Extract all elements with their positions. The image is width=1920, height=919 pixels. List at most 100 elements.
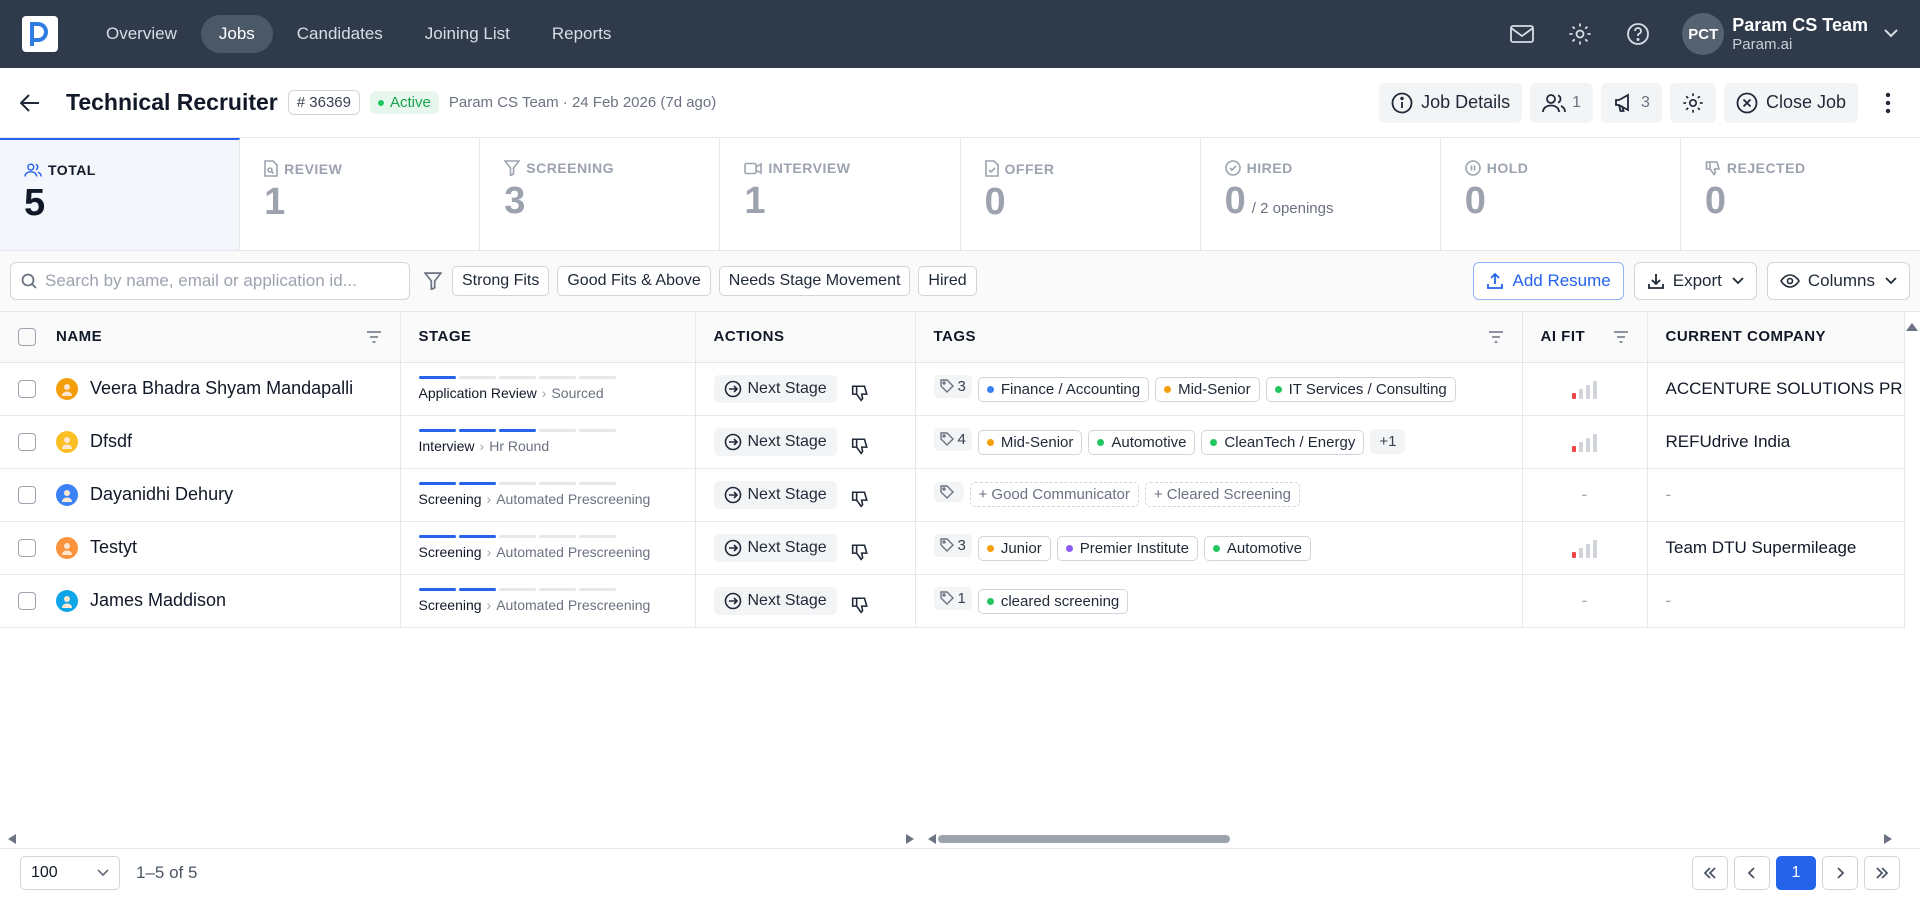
scroll-up-arrow-icon[interactable] [1906, 318, 1918, 336]
tag-chip[interactable]: Automotive [1203, 536, 1311, 562]
col-header-tags[interactable]: TAGS [915, 312, 1523, 363]
stage-card-review[interactable]: REVIEW 1 [240, 138, 481, 250]
next-page-button[interactable] [1822, 855, 1858, 890]
col-header-name[interactable]: NAME [0, 312, 401, 363]
suggested-tag-chip[interactable]: + Good Communicator [969, 482, 1139, 507]
candidate-name-link[interactable]: Dfsdf [90, 431, 132, 452]
columns-button[interactable]: Columns [1766, 262, 1910, 300]
nav-tab-jobs[interactable]: Jobs [200, 15, 273, 53]
more-tags-badge[interactable]: +1 [1370, 429, 1406, 455]
close-job-button[interactable]: Close Job [1723, 82, 1858, 123]
col-header-stage[interactable]: STAGE [400, 312, 696, 363]
more-options-icon[interactable] [1876, 92, 1900, 114]
select-all-checkbox[interactable] [18, 327, 36, 346]
tag-chip[interactable]: CleanTech / Energy [1201, 430, 1365, 456]
table-row[interactable]: Dfsdf Interview › Hr Round Next Stage 4 Mid… [0, 415, 1905, 469]
scroll-right-arrow-icon[interactable] [1884, 834, 1892, 844]
next-stage-button[interactable]: Next Stage [713, 427, 837, 456]
cell-stage[interactable]: Application Review › Sourced [400, 362, 696, 416]
tag-count-badge[interactable]: 3 [933, 374, 972, 398]
candidate-name-link[interactable]: Testyt [90, 537, 137, 558]
row-checkbox[interactable] [18, 538, 36, 557]
tag-chip[interactable]: Mid-Senior [1155, 377, 1260, 403]
col-header-current-company[interactable]: CURRENT COMPANY [1647, 312, 1905, 363]
page-size-select[interactable]: 100 [20, 855, 120, 890]
user-avatar[interactable]: PCT [1682, 13, 1725, 55]
first-page-button[interactable] [1692, 855, 1728, 890]
cell-stage[interactable]: Screening › Automated Prescreening [400, 521, 696, 575]
tag-count-badge[interactable]: 3 [933, 533, 972, 557]
cell-stage[interactable]: Screening › Automated Prescreening [400, 468, 696, 522]
tag-chip[interactable]: Automotive [1088, 430, 1196, 456]
back-arrow-icon[interactable] [20, 91, 44, 115]
settings-gear-icon[interactable] [1566, 20, 1594, 48]
export-button[interactable]: Export [1633, 262, 1757, 300]
search-input[interactable] [45, 271, 385, 291]
next-stage-button[interactable]: Next Stage [713, 480, 837, 509]
row-checkbox[interactable] [18, 591, 36, 610]
add-resume-button[interactable]: Add Resume [1473, 262, 1624, 300]
table-row[interactable]: Veera Bhadra Shyam Mandapalli Applicatio… [0, 362, 1905, 416]
reject-thumbs-down-icon[interactable] [851, 437, 869, 455]
column-filter-icon[interactable] [366, 330, 382, 343]
job-settings-button[interactable] [1669, 82, 1716, 123]
filter-chip-strong-fits[interactable]: Strong Fits [452, 266, 550, 296]
filter-chip-needs-stage-movement[interactable]: Needs Stage Movement [718, 266, 911, 296]
user-menu[interactable]: Param CS Team Param.ai [1732, 15, 1868, 53]
reject-thumbs-down-icon[interactable] [851, 490, 869, 508]
stage-card-hold[interactable]: HOLD 0 [1441, 138, 1681, 250]
team-members-button[interactable]: 1 [1530, 82, 1594, 123]
tag-chip[interactable]: IT Services / Consulting [1265, 377, 1456, 403]
next-stage-button[interactable]: Next Stage [713, 586, 837, 615]
col-header-actions[interactable]: ACTIONS [695, 312, 916, 363]
horizontal-scrollbar[interactable] [0, 830, 1904, 848]
row-checkbox[interactable] [18, 432, 36, 451]
row-checkbox[interactable] [18, 379, 36, 398]
scrollbar-thumb[interactable] [938, 835, 1230, 843]
stage-card-interview[interactable]: INTERVIEW 1 [720, 138, 961, 250]
stage-card-offer[interactable]: OFFER 0 [961, 138, 1201, 250]
prev-page-button[interactable] [1734, 855, 1770, 890]
filter-icon[interactable] [424, 272, 442, 290]
app-logo[interactable] [22, 16, 58, 52]
candidate-name-link[interactable]: Dayanidhi Dehury [90, 484, 233, 505]
tag-count-badge[interactable]: 1 [933, 586, 972, 610]
scroll-left-arrow-icon[interactable] [928, 834, 936, 844]
stage-card-total[interactable]: TOTAL 5 [0, 138, 241, 250]
nav-tab-joining-list[interactable]: Joining List [407, 15, 528, 53]
scroll-left-arrow-icon[interactable] [8, 834, 16, 844]
filter-chip-hired[interactable]: Hired [918, 266, 977, 296]
announcements-button[interactable]: 3 [1601, 82, 1662, 123]
tag-chip[interactable]: Premier Institute [1056, 536, 1198, 562]
cell-stage[interactable]: Screening › Automated Prescreening [400, 574, 696, 628]
stage-card-hired[interactable]: HIRED 0 / 2 openings [1201, 138, 1441, 250]
reject-thumbs-down-icon[interactable] [851, 543, 869, 561]
table-row[interactable]: Testyt Screening › Automated Prescreening … [0, 521, 1905, 575]
tag-count-badge[interactable]: 4 [933, 427, 972, 451]
search-box[interactable] [10, 262, 410, 300]
filter-chip-good-fits[interactable]: Good Fits & Above [557, 266, 711, 296]
stage-card-screening[interactable]: SCREENING 3 [480, 138, 721, 250]
row-checkbox[interactable] [18, 485, 36, 504]
nav-tab-reports[interactable]: Reports [534, 15, 630, 53]
candidate-name-link[interactable]: Veera Bhadra Shyam Mandapalli [90, 378, 353, 399]
chevron-down-icon[interactable] [1884, 25, 1898, 43]
col-header-ai-fit[interactable]: AI FIT [1522, 312, 1648, 363]
column-filter-icon[interactable] [1613, 330, 1629, 343]
tag-add-badge[interactable] [933, 482, 964, 502]
next-stage-button[interactable]: Next Stage [713, 533, 837, 562]
table-row[interactable]: James Maddison Screening › Automated Presc… [0, 574, 1905, 628]
scroll-right-arrow-icon[interactable] [906, 834, 914, 844]
nav-tab-overview[interactable]: Overview [88, 15, 195, 53]
tag-chip[interactable]: Finance / Accounting [977, 377, 1150, 403]
cell-stage[interactable]: Interview › Hr Round [400, 415, 696, 469]
candidate-name-link[interactable]: James Maddison [90, 590, 226, 611]
job-details-button[interactable]: Job Details [1379, 82, 1523, 123]
table-row[interactable]: Dayanidhi Dehury Screening › Automated Pre… [0, 468, 1905, 522]
tag-chip[interactable]: cleared screening [977, 589, 1129, 615]
mail-icon[interactable] [1508, 20, 1536, 48]
reject-thumbs-down-icon[interactable] [851, 384, 869, 402]
tag-chip[interactable]: Mid-Senior [977, 430, 1083, 456]
tag-chip[interactable]: Junior [977, 536, 1051, 562]
page-number-button[interactable]: 1 [1776, 855, 1816, 890]
